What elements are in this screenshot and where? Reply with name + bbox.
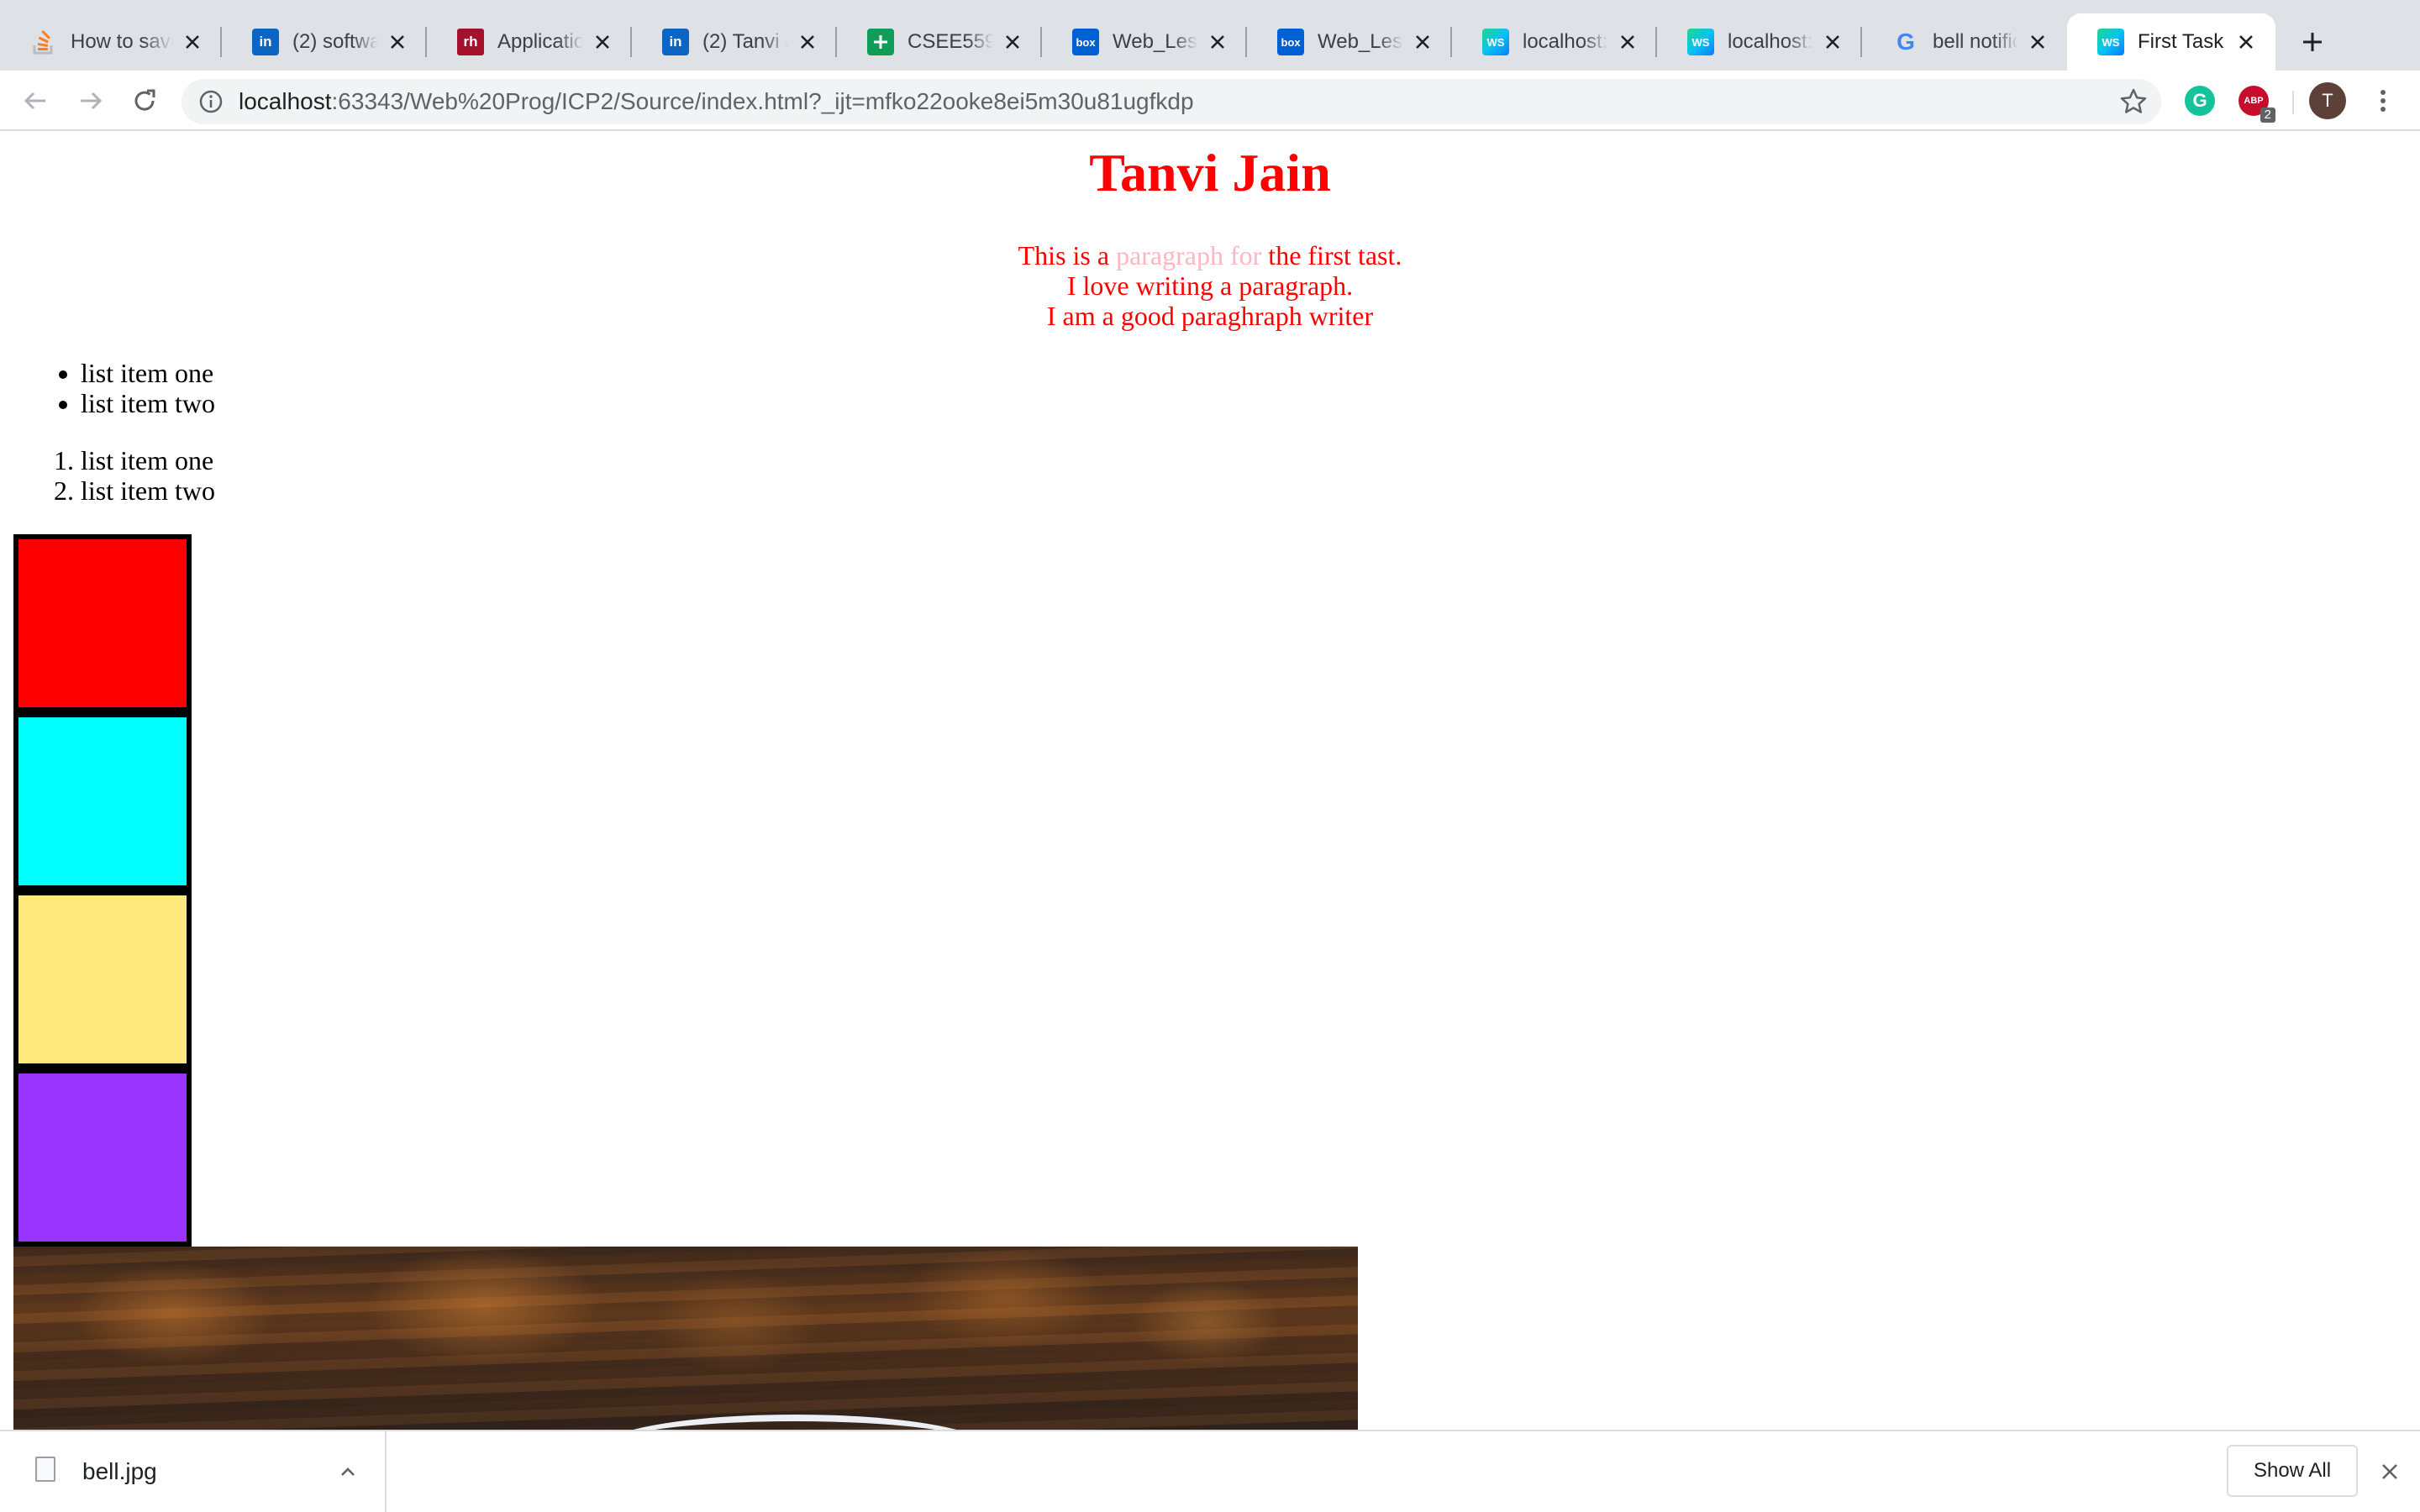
tab-9[interactable]: G bell notification [1862,13,2067,71]
google-icon: G [1897,29,1915,55]
tab-title: Web_Lesson [1318,30,1403,53]
paragraph-pink-text: paragraph for [1116,240,1262,270]
tab-4[interactable]: CSEE5590 [837,13,1042,71]
page-heading: Tanvi Jain [1089,143,1331,202]
tab-10-active[interactable]: WS First Task [2067,13,2275,71]
close-download-bar-button[interactable] [2375,1457,2405,1487]
close-tab-icon[interactable] [1615,29,1640,55]
linkedin-icon: in [252,29,279,55]
browser-menu-button[interactable] [2366,84,2400,118]
close-tab-icon[interactable] [2025,29,2050,55]
purple-box [13,1068,192,1247]
tab-1[interactable]: in (2) software [222,13,427,71]
new-tab-button[interactable] [2294,24,2331,60]
close-tab-icon[interactable] [180,29,205,55]
adblock-label: ABP [2244,96,2264,106]
close-icon [2382,1464,2397,1479]
paragraph-line-1: This is a paragraph for the first tast. [0,240,2420,270]
arrow-right-icon [81,92,103,110]
grammarly-extension-icon[interactable]: G [2185,86,2215,116]
intro-paragraph: This is a paragraph for the first tast. … [0,240,2420,331]
tab-title: First Task [2138,30,2224,53]
url-host: localhost [239,88,332,114]
close-tab-icon[interactable] [385,29,410,55]
ordered-list: list item one list item two [81,445,215,506]
paragraph-line-3: I am a good paraghraph writer [1046,301,1374,331]
close-tab-icon[interactable] [2233,29,2259,55]
tab-title: How to save [71,30,173,53]
color-boxes [13,534,192,1247]
close-tab-icon[interactable] [1410,29,1435,55]
plus-icon [2303,33,2322,51]
yellow-box [13,890,192,1068]
bell-image [13,1247,1358,1430]
url-text[interactable]: localhost:63343/Web%20Prog/ICP2/Source/i… [239,79,1194,124]
tab-strip: How to save in (2) software rh Applicati… [0,0,2420,71]
tab-2[interactable]: rh Application [427,13,632,71]
google-sheets-icon [867,29,894,55]
tab-title: CSEE5590 [908,30,993,53]
download-file-name: bell.jpg [82,1458,157,1484]
adblock-badge: 2 [2260,108,2275,123]
download-bar: bell.jpg Show All [0,1430,2420,1512]
tab-title: localhost:63343 [1523,30,1608,53]
tab-title: Application [497,30,583,53]
show-all-downloads-button[interactable]: Show All [2227,1445,2358,1497]
list-item: list item two [81,475,215,506]
tab-5[interactable]: box Web_Lesson [1042,13,1247,71]
paragraph-line-2: I love writing a paragraph. [1066,270,1354,301]
cyan-box [13,712,192,890]
rh-icon: rh [457,29,484,55]
tab-title: (2) Tanvi Jain [702,30,788,53]
webstorm-icon: WS [1687,29,1714,55]
tab-8[interactable]: WS localhost:63343 [1657,13,1862,71]
more-vertical-icon [2381,90,2386,112]
reload-icon [134,89,155,111]
reload-button[interactable] [128,84,161,118]
webstorm-icon: WS [1482,29,1509,55]
tab-0[interactable]: How to save [0,13,222,71]
toolbar-divider [2292,91,2294,114]
address-bar[interactable]: localhost:63343/Web%20Prog/ICP2/Source/i… [182,79,2161,124]
paragraph-text: This is a [1018,240,1117,270]
bookmark-star-icon[interactable] [2119,87,2148,116]
tab-title: (2) software [292,30,378,53]
download-options-button[interactable] [333,1457,363,1487]
unordered-list: list item one list item two [81,358,215,418]
list-item: list item two [81,388,215,418]
tab-6[interactable]: box Web_Lesson [1247,13,1452,71]
close-tab-icon[interactable] [1000,29,1025,55]
page-viewport: Tanvi Jain This is a paragraph for the f… [0,133,2420,1430]
tab-3[interactable]: in (2) Tanvi Jain [632,13,837,71]
tab-title: localhost:63343 [1728,30,1813,53]
tab-7[interactable]: WS localhost:63343 [1452,13,1657,71]
close-tab-icon[interactable] [795,29,820,55]
red-box [13,534,192,712]
url-path: :63343/Web%20Prog/ICP2/Source/index.html… [331,88,1194,114]
forward-button[interactable] [74,84,108,118]
bell-rim [602,1415,988,1430]
browser-toolbar: localhost:63343/Web%20Prog/ICP2/Source/i… [0,71,2420,131]
back-button[interactable] [18,84,52,118]
chevron-up-icon [341,1467,355,1476]
list-item: list item one [81,445,215,475]
download-item[interactable]: bell.jpg [0,1431,387,1512]
adblock-extension-icon[interactable]: ABP 2 [2238,86,2275,123]
close-tab-icon[interactable] [1820,29,1845,55]
image-file-icon [35,1457,55,1482]
info-icon[interactable] [198,89,224,114]
box-icon: box [1072,29,1099,55]
close-tab-icon[interactable] [1205,29,1230,55]
list-item: list item one [81,358,215,388]
linkedin-icon: in [662,29,689,55]
tab-title: Web_Lesson [1113,30,1198,53]
tab-title: bell notification [1933,30,2018,53]
profile-avatar[interactable]: T [2309,82,2346,119]
box-icon: box [1277,29,1304,55]
close-tab-icon[interactable] [590,29,615,55]
stackoverflow-icon [30,29,57,55]
arrow-left-icon [24,92,45,110]
webstorm-icon: WS [2097,29,2124,55]
paragraph-text: the first tast. [1261,240,1402,270]
